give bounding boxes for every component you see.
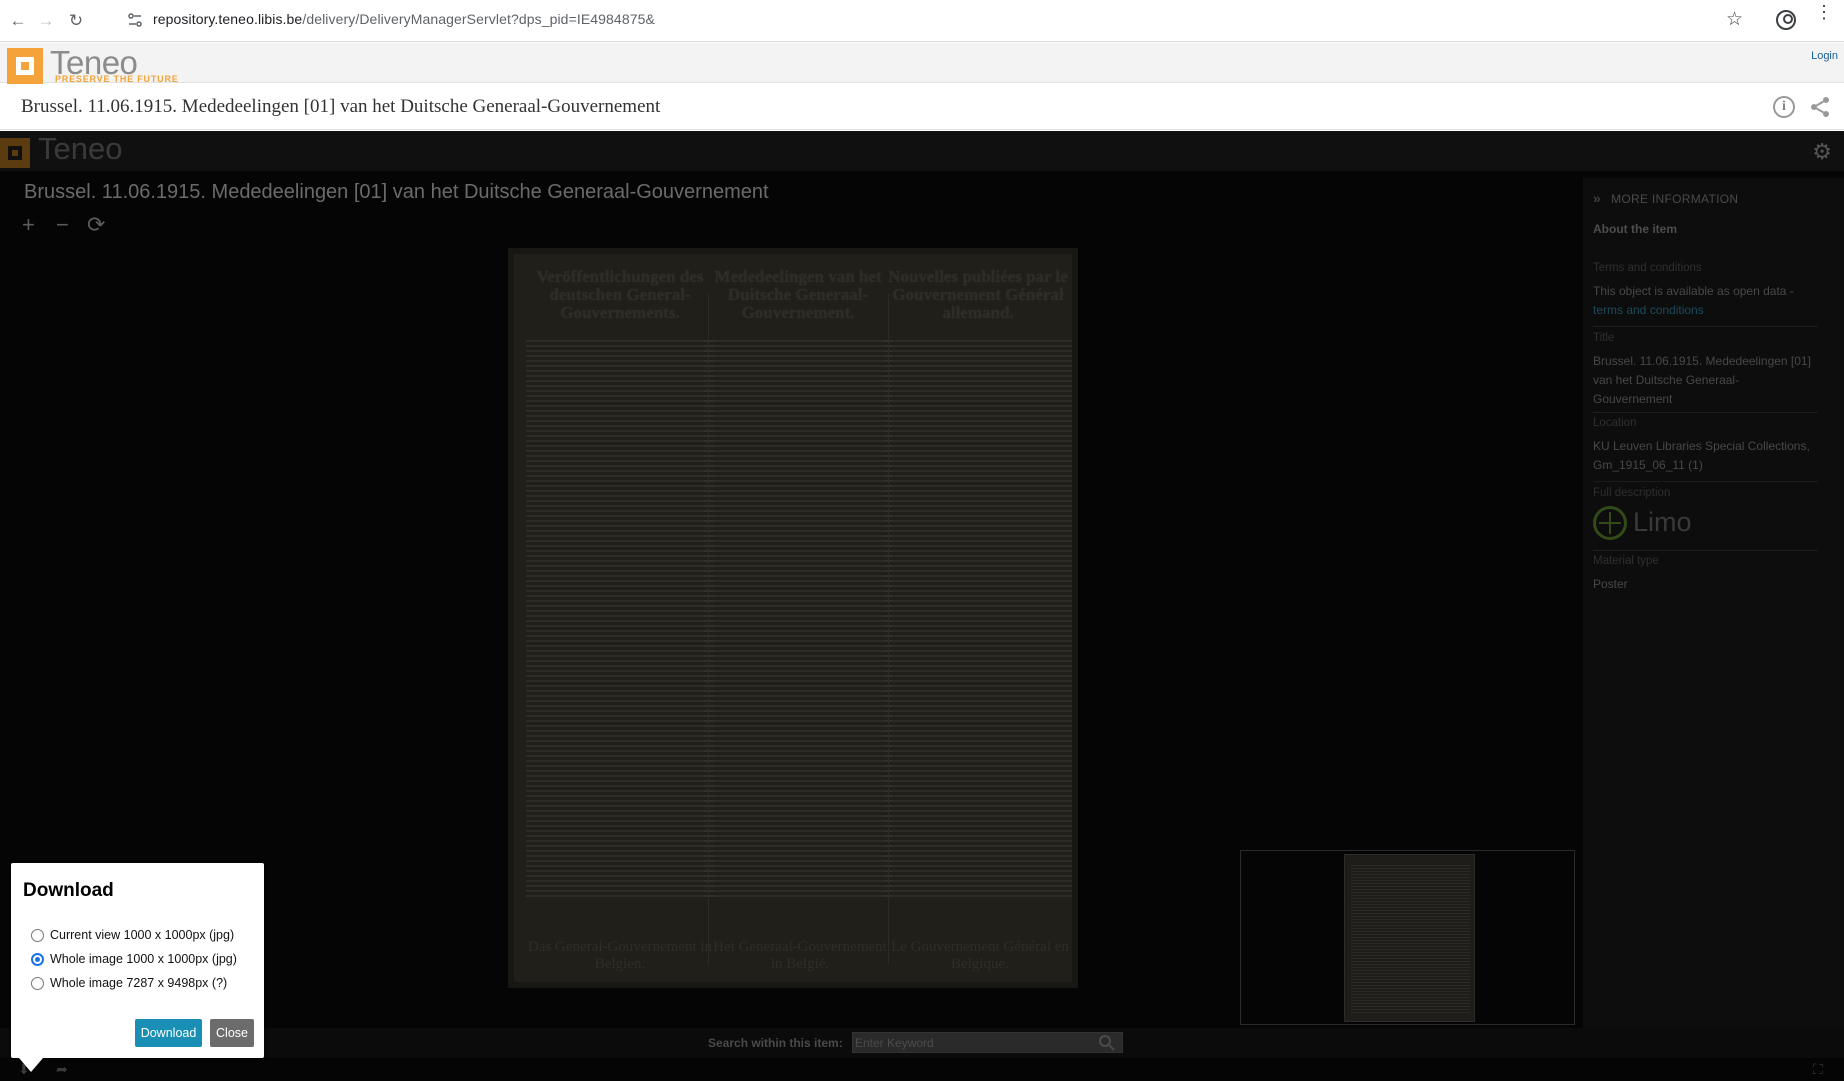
- divider: [1593, 326, 1818, 327]
- viewer-title: Brussel. 11.06.1915. Mededeelingen [01] …: [24, 181, 769, 203]
- page-title: Brussel. 11.06.1915. Mededeelingen [01] …: [21, 96, 661, 117]
- poster-signature: Le Gouvernement Général en Belgique.: [891, 939, 1069, 972]
- teneo-tagline: PRESERVE THE FUTURE: [55, 74, 179, 84]
- share-icon[interactable]: [1808, 95, 1832, 119]
- limo-icon[interactable]: [1593, 506, 1627, 540]
- poster-column-dutch: Mededeelingen van het Duitsche Generaal-…: [704, 268, 892, 900]
- terms-label: Terms and conditions: [1593, 262, 1702, 274]
- search-icon[interactable]: [1098, 1034, 1116, 1051]
- info-icon[interactable]: i: [1773, 96, 1795, 118]
- limo-link[interactable]: Limo: [1633, 507, 1692, 538]
- reload-icon[interactable]: ↻: [64, 9, 88, 33]
- zoom-in-button[interactable]: +: [22, 213, 35, 237]
- url-path: /delivery/DeliveryManagerServlet?dps_pid…: [302, 11, 655, 27]
- terms-link[interactable]: terms and conditions: [1593, 303, 1704, 317]
- terms-value: This object is available as open data - …: [1593, 282, 1813, 320]
- close-button[interactable]: Close: [210, 1019, 254, 1047]
- item-title-bar: Brussel. 11.06.1915. Mededeelingen [01] …: [0, 84, 1844, 130]
- material-type-value: Poster: [1593, 577, 1628, 591]
- download-option-whole-image-small[interactable]: Whole image 1000 x 1000px (jpg): [31, 952, 237, 966]
- panel-header[interactable]: » MORE INFORMATION: [1593, 190, 1738, 206]
- title-label: Title: [1593, 332, 1615, 344]
- dialog-title: Download: [23, 880, 114, 901]
- poster-column-french: Nouvelles publiées par le Gouvernement G…: [884, 268, 1072, 900]
- option-label: Whole image 7287 x 9498px (?): [50, 976, 228, 990]
- more-information-panel: » MORE INFORMATION About the item Terms a…: [1583, 178, 1844, 1058]
- site-header: Teneo PRESERVE THE FUTURE Login: [0, 43, 1844, 85]
- download-dialog: Download Current view 1000 x 1000px (jpg…: [11, 863, 264, 1072]
- divider: [1593, 550, 1818, 551]
- column-divider: [708, 294, 709, 964]
- download-option-whole-image-full[interactable]: Whole image 7287 x 9498px (?): [31, 976, 227, 990]
- option-label: Whole image 1000 x 1000px (jpg): [50, 952, 237, 966]
- search-label: Search within this item:: [708, 1036, 843, 1050]
- description-label: Full description: [1593, 487, 1671, 499]
- poster-body-text: [704, 340, 892, 900]
- divider: [1593, 412, 1818, 413]
- location-label: Location: [1593, 417, 1637, 429]
- gear-icon[interactable]: ⚙: [1812, 139, 1832, 165]
- login-link[interactable]: Login: [1811, 50, 1838, 62]
- thumbnail-text: [1351, 865, 1470, 1015]
- panel-header-label: MORE INFORMATION: [1611, 192, 1739, 206]
- column-divider: [888, 294, 889, 964]
- option-label: Current view 1000 x 1000px (jpg): [50, 928, 235, 942]
- url-host: repository.teneo.libis.be: [153, 11, 303, 27]
- poster-body-text: [884, 340, 1072, 900]
- search-input[interactable]: [852, 1032, 1123, 1053]
- zoom-out-button[interactable]: −: [56, 213, 69, 237]
- browser-toolbar: ← → ↻ repository.teneo.libis.be/delivery…: [0, 0, 1844, 42]
- about-heading: About the item: [1593, 222, 1677, 236]
- download-button[interactable]: Download: [135, 1019, 202, 1047]
- thumbnail-page: [1344, 854, 1475, 1022]
- collapse-panel-icon[interactable]: »: [1593, 190, 1601, 206]
- share-small-icon[interactable]: ➦: [56, 1061, 68, 1078]
- download-option-current-view[interactable]: Current view 1000 x 1000px (jpg): [31, 928, 234, 942]
- poster-body-text: [526, 340, 714, 900]
- radio-current-view[interactable]: [31, 928, 44, 942]
- poster-heading: Mededeelingen van het Duitsche Generaal-…: [714, 267, 882, 322]
- radio-whole-image-full[interactable]: [31, 976, 44, 990]
- viewer-footer: ⬇ ➦ ⛶: [0, 1058, 1844, 1081]
- navigator-thumbnail[interactable]: [1240, 850, 1575, 1025]
- rotate-button[interactable]: ⟳: [87, 213, 105, 237]
- back-icon[interactable]: ←: [6, 9, 30, 33]
- poster-signature: Das General-Gouvernement in Belgien.: [527, 939, 713, 972]
- address-bar[interactable]: repository.teneo.libis.be/delivery/Deliv…: [153, 11, 655, 27]
- bookmark-star-icon[interactable]: ☆: [1726, 8, 1743, 31]
- terms-text: This object is available as open data -: [1593, 284, 1794, 298]
- site-info-icon[interactable]: [127, 12, 143, 28]
- viewer-header: Teneo ⚙: [0, 131, 1844, 171]
- title-value: Brussel. 11.06.1915. Mededeelingen [01] …: [1593, 354, 1811, 406]
- browser-menu-icon[interactable]: ⋮: [1815, 3, 1833, 21]
- poster-signature: Het Generaal-Gouvernement in België.: [713, 939, 887, 972]
- location-value: KU Leuven Libraries Special Collections,…: [1593, 439, 1810, 472]
- image-viewer: Teneo ⚙ Brussel. 11.06.1915. Mededeeling…: [0, 131, 1844, 1081]
- viewer-logo-icon: [0, 138, 30, 168]
- radio-whole-image-small[interactable]: [31, 952, 44, 966]
- viewer-logo-text: Teneo: [38, 131, 123, 166]
- profile-icon[interactable]: [1776, 10, 1796, 30]
- forward-icon[interactable]: →: [34, 9, 58, 33]
- search-bar: Search within this item:: [0, 1028, 1844, 1058]
- poster-heading: Veröffentlichungen des deutschen General…: [536, 267, 704, 322]
- poster-heading: Nouvelles publiées par le Gouvernement G…: [888, 267, 1068, 322]
- poster-column-german: Veröffentlichungen des deutschen General…: [526, 268, 714, 900]
- poster-image[interactable]: Veröffentlichungen des deutschen General…: [508, 248, 1078, 988]
- fullscreen-icon[interactable]: ⛶: [1813, 1061, 1823, 1078]
- teneo-logo-icon[interactable]: [6, 47, 44, 85]
- material-type-label: Material type: [1593, 555, 1659, 567]
- divider: [1593, 481, 1818, 482]
